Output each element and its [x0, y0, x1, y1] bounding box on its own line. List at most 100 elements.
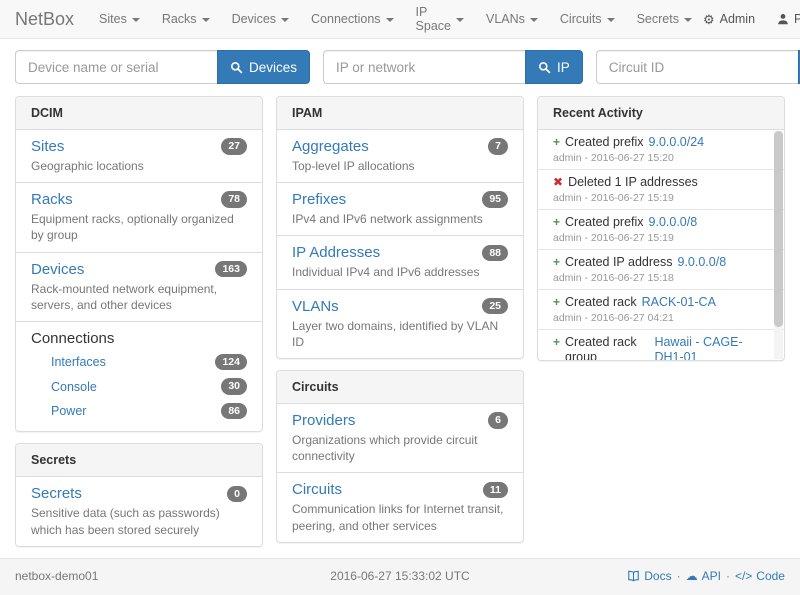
list-item-description: Sensitive data (such as passwords) which… [31, 505, 247, 537]
plus-icon: + [553, 215, 560, 230]
nav-menu-ip-space[interactable]: IP Space [405, 0, 475, 39]
list-item-top: Devices 163 [31, 261, 247, 278]
aggregates-link[interactable]: Aggregates [292, 138, 369, 155]
search-icon [538, 61, 551, 74]
activity-item: +Created rack groupHawaii - CAGE-DH1-01a… [538, 330, 784, 360]
interfaces-link[interactable]: Interfaces [51, 355, 106, 369]
providers-link[interactable]: Providers [292, 412, 355, 429]
activity-line: +Created rackRACK-01-CA [553, 295, 758, 310]
list-item-description: Individual IPv4 and IPv6 addresses [292, 264, 508, 280]
activity-meta: admin - 2016-06-27 15:20 [553, 152, 758, 164]
list-item-secrets: Secrets0 Sensitive data (such as password… [16, 477, 262, 545]
footer-link-label: Docs [644, 569, 671, 583]
panel-circuits: Circuits Providers6 Organizations which pr… [276, 370, 524, 543]
activity-item: +Created IP address9.0.0.0/8admin - 2016… [538, 250, 784, 290]
search-button-label: IP [557, 60, 570, 75]
search-button-ip[interactable]: IP [525, 50, 583, 84]
list-item-top: Circuits11 [292, 481, 508, 498]
devices-link[interactable]: Devices [31, 261, 84, 278]
navbar-brand[interactable]: NetBox [15, 9, 74, 30]
vlans-link[interactable]: VLANs [292, 298, 339, 315]
footer-timestamp: 2016-06-27 15:33:02 UTC [272, 569, 529, 583]
ip-addresses-count-badge: 88 [482, 245, 508, 262]
nav-menu-label: Sites [99, 12, 127, 26]
chevron-down-icon [281, 18, 289, 22]
recent-activity-title: Recent Activity [538, 97, 784, 130]
activity-scrollbar-thumb[interactable] [774, 131, 783, 327]
search-input-devices[interactable] [15, 50, 217, 84]
footer-link-code[interactable]: </>Code [735, 569, 785, 583]
plus-icon: + [553, 335, 560, 350]
search-row: DevicesIPCircuits [0, 50, 800, 84]
list-item-description: Organizations which provide circuit conn… [292, 432, 508, 464]
gear-icon: ⚙ [703, 13, 715, 26]
column-right: Recent Activity + Created prefix 9.0.0.0/24… [537, 96, 785, 372]
list-item-prefixes: Prefixes95IPv4 and IPv6 network assignme… [277, 183, 523, 236]
interfaces-count-badge: 124 [215, 354, 247, 371]
activity-action: Deleted 1 IP addresses [568, 175, 698, 190]
list-item-sites: Sites 27 Geographic locations [16, 130, 262, 183]
chevron-down-icon [386, 18, 394, 22]
nav-menu-racks[interactable]: Racks [151, 0, 221, 39]
vlans-count-badge: 25 [482, 298, 508, 315]
activity-action: Created prefix [565, 215, 644, 230]
nav-menu-connections[interactable]: Connections [300, 0, 405, 39]
search-button-devices[interactable]: Devices [217, 50, 310, 84]
list-item-description: Top-level IP allocations [292, 158, 508, 174]
activity-item: +Created rackRACK-01-CAadmin - 2016-06-2… [538, 290, 784, 330]
activity-action: Created IP address [565, 255, 672, 270]
sites-count-badge: 27 [221, 138, 247, 155]
activity-item: +Created prefix9.0.0.0/8admin - 2016-06-… [538, 210, 784, 250]
devices-count-badge: 163 [215, 261, 247, 278]
chevron-down-icon [132, 18, 140, 22]
search-icon [230, 61, 243, 74]
book-icon [627, 570, 640, 582]
search-group-devices: Devices [15, 50, 310, 84]
circuits-link[interactable]: Circuits [292, 481, 342, 498]
nav-menu-secrets[interactable]: Secrets [626, 0, 703, 39]
list-item-aggregates: Aggregates7Top-level IP allocations [277, 130, 523, 183]
activity-object-link[interactable]: 9.0.0.0/8 [678, 255, 727, 270]
activity-object-link[interactable]: Hawaii - CAGE-DH1-01 [654, 335, 758, 360]
nav-util-profile[interactable]: Profile [777, 12, 800, 26]
nav-menu-devices[interactable]: Devices [221, 0, 300, 39]
ip-addresses-link[interactable]: IP Addresses [292, 244, 380, 261]
plus-icon: + [553, 295, 560, 310]
remove-icon: ✖ [553, 175, 563, 190]
navbar-right: ⚙AdminProfileLog out [703, 5, 800, 33]
connections-heading: Connections [31, 330, 247, 347]
list-item-top: Providers6 [292, 412, 508, 429]
recent-activity-list: + Created prefix 9.0.0.0/24 admin - 2016-06… [538, 130, 784, 360]
nav-menu-label: Racks [162, 12, 197, 26]
activity-object-link[interactable]: 9.0.0.0/8 [649, 215, 698, 230]
footer-links: Docs·☁API·</>Code [528, 569, 785, 583]
console-link[interactable]: Console [51, 380, 97, 394]
list-item-top: Sites 27 [31, 138, 247, 155]
nav-menu-sites[interactable]: Sites [88, 0, 151, 39]
nav-menu-vlans[interactable]: VLANs [475, 0, 549, 39]
search-input-circuits[interactable] [596, 50, 798, 84]
footer-link-label: Code [756, 569, 785, 583]
search-input-ip[interactable] [323, 50, 525, 84]
list-item-racks: Racks78Equipment racks, optionally organ… [16, 183, 262, 252]
activity-item: +Created prefix9.0.0.0/24admin - 2016-06… [538, 130, 784, 170]
list-item-description: Geographic locations [31, 158, 247, 174]
prefixes-link[interactable]: Prefixes [292, 191, 346, 208]
chevron-down-icon [684, 18, 692, 22]
list-item-description: Equipment racks, optionally organized by… [31, 211, 247, 243]
prefixes-count-badge: 95 [482, 191, 508, 208]
footer-link-separator: · [726, 569, 730, 583]
activity-object-link[interactable]: 9.0.0.0/24 [649, 135, 705, 150]
racks-link[interactable]: Racks [31, 191, 73, 208]
footer-link-api[interactable]: ☁API [686, 569, 721, 583]
activity-line: +Created IP address9.0.0.0/8 [553, 255, 758, 270]
secrets-link[interactable]: Secrets [31, 485, 82, 502]
sites-link[interactable]: Sites [31, 138, 64, 155]
list-item-top: Secrets0 [31, 485, 247, 502]
nav-util-admin[interactable]: ⚙Admin [703, 12, 755, 26]
nav-menu-circuits[interactable]: Circuits [549, 0, 626, 39]
footer-link-docs[interactable]: Docs [627, 569, 671, 583]
chevron-down-icon [607, 18, 615, 22]
power-link[interactable]: Power [51, 404, 86, 418]
activity-object-link[interactable]: RACK-01-CA [642, 295, 716, 310]
